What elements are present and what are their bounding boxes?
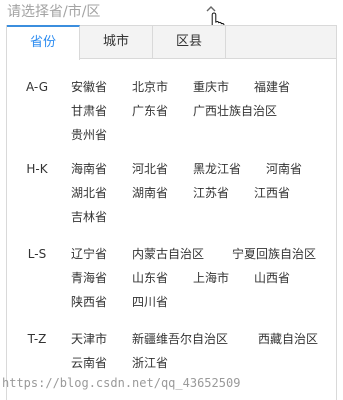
region-item[interactable]: 内蒙古自治区 xyxy=(132,242,204,266)
region-item[interactable]: 新疆维吾尔自治区 xyxy=(132,327,228,351)
region-item[interactable]: 北京市 xyxy=(132,75,168,99)
tab-district[interactable]: 区县 xyxy=(153,25,226,59)
region-item[interactable]: 上海市 xyxy=(193,266,229,290)
region-picker: 省份 城市 区县 A-G 安徽省 北京市 重庆市 福建省 甘肃省 广东省 广西壮… xyxy=(0,0,343,400)
region-item[interactable]: 河北省 xyxy=(132,157,168,181)
region-item[interactable]: 陕西省 xyxy=(71,290,107,314)
group-label: T-Z xyxy=(27,332,47,346)
group-label: A-G xyxy=(25,80,48,94)
region-item[interactable]: 贵州省 xyxy=(71,123,107,147)
region-item[interactable]: 广东省 xyxy=(132,99,168,123)
region-item[interactable]: 福建省 xyxy=(254,75,290,99)
region-item[interactable]: 青海省 xyxy=(71,266,107,290)
region-item[interactable]: 重庆市 xyxy=(193,75,229,99)
region-item[interactable]: 浙江省 xyxy=(132,351,168,375)
group-label: L-S xyxy=(27,247,47,261)
region-item[interactable]: 江西省 xyxy=(254,181,290,205)
region-item[interactable]: 云南省 xyxy=(71,351,107,375)
region-item[interactable]: 江苏省 xyxy=(193,181,229,205)
region-item[interactable]: 宁夏回族自治区 xyxy=(232,242,316,266)
region-item[interactable]: 西藏自治区 xyxy=(258,327,318,351)
region-item[interactable]: 山东省 xyxy=(132,266,168,290)
region-item[interactable]: 辽宁省 xyxy=(71,242,107,266)
picker-input-row xyxy=(0,0,343,36)
region-item[interactable]: 海南省 xyxy=(71,157,107,181)
region-item[interactable]: 山西省 xyxy=(254,266,290,290)
tab-bar: 省份 城市 区县 xyxy=(7,25,336,60)
region-item[interactable]: 湖南省 xyxy=(132,181,168,205)
region-item[interactable]: 广西壮族自治区 xyxy=(193,99,277,123)
region-item[interactable]: 吉林省 xyxy=(71,205,107,229)
region-input[interactable] xyxy=(7,2,307,22)
region-item[interactable]: 河南省 xyxy=(266,157,302,181)
region-item[interactable]: 甘肃省 xyxy=(71,99,107,123)
group-label: H-K xyxy=(26,162,48,176)
tab-city[interactable]: 城市 xyxy=(80,25,153,59)
region-item[interactable]: 黑龙江省 xyxy=(193,157,241,181)
region-item[interactable]: 安徽省 xyxy=(71,75,107,99)
region-item[interactable]: 湖北省 xyxy=(71,181,107,205)
region-item[interactable]: 天津市 xyxy=(71,327,107,351)
tab-province[interactable]: 省份 xyxy=(7,25,80,60)
watermark-text: https://blog.csdn.net/qq_43652509 xyxy=(2,376,241,390)
region-item[interactable]: 四川省 xyxy=(132,290,168,314)
dropdown-panel: 省份 城市 区县 A-G 安徽省 北京市 重庆市 福建省 甘肃省 广东省 广西壮… xyxy=(6,25,337,400)
